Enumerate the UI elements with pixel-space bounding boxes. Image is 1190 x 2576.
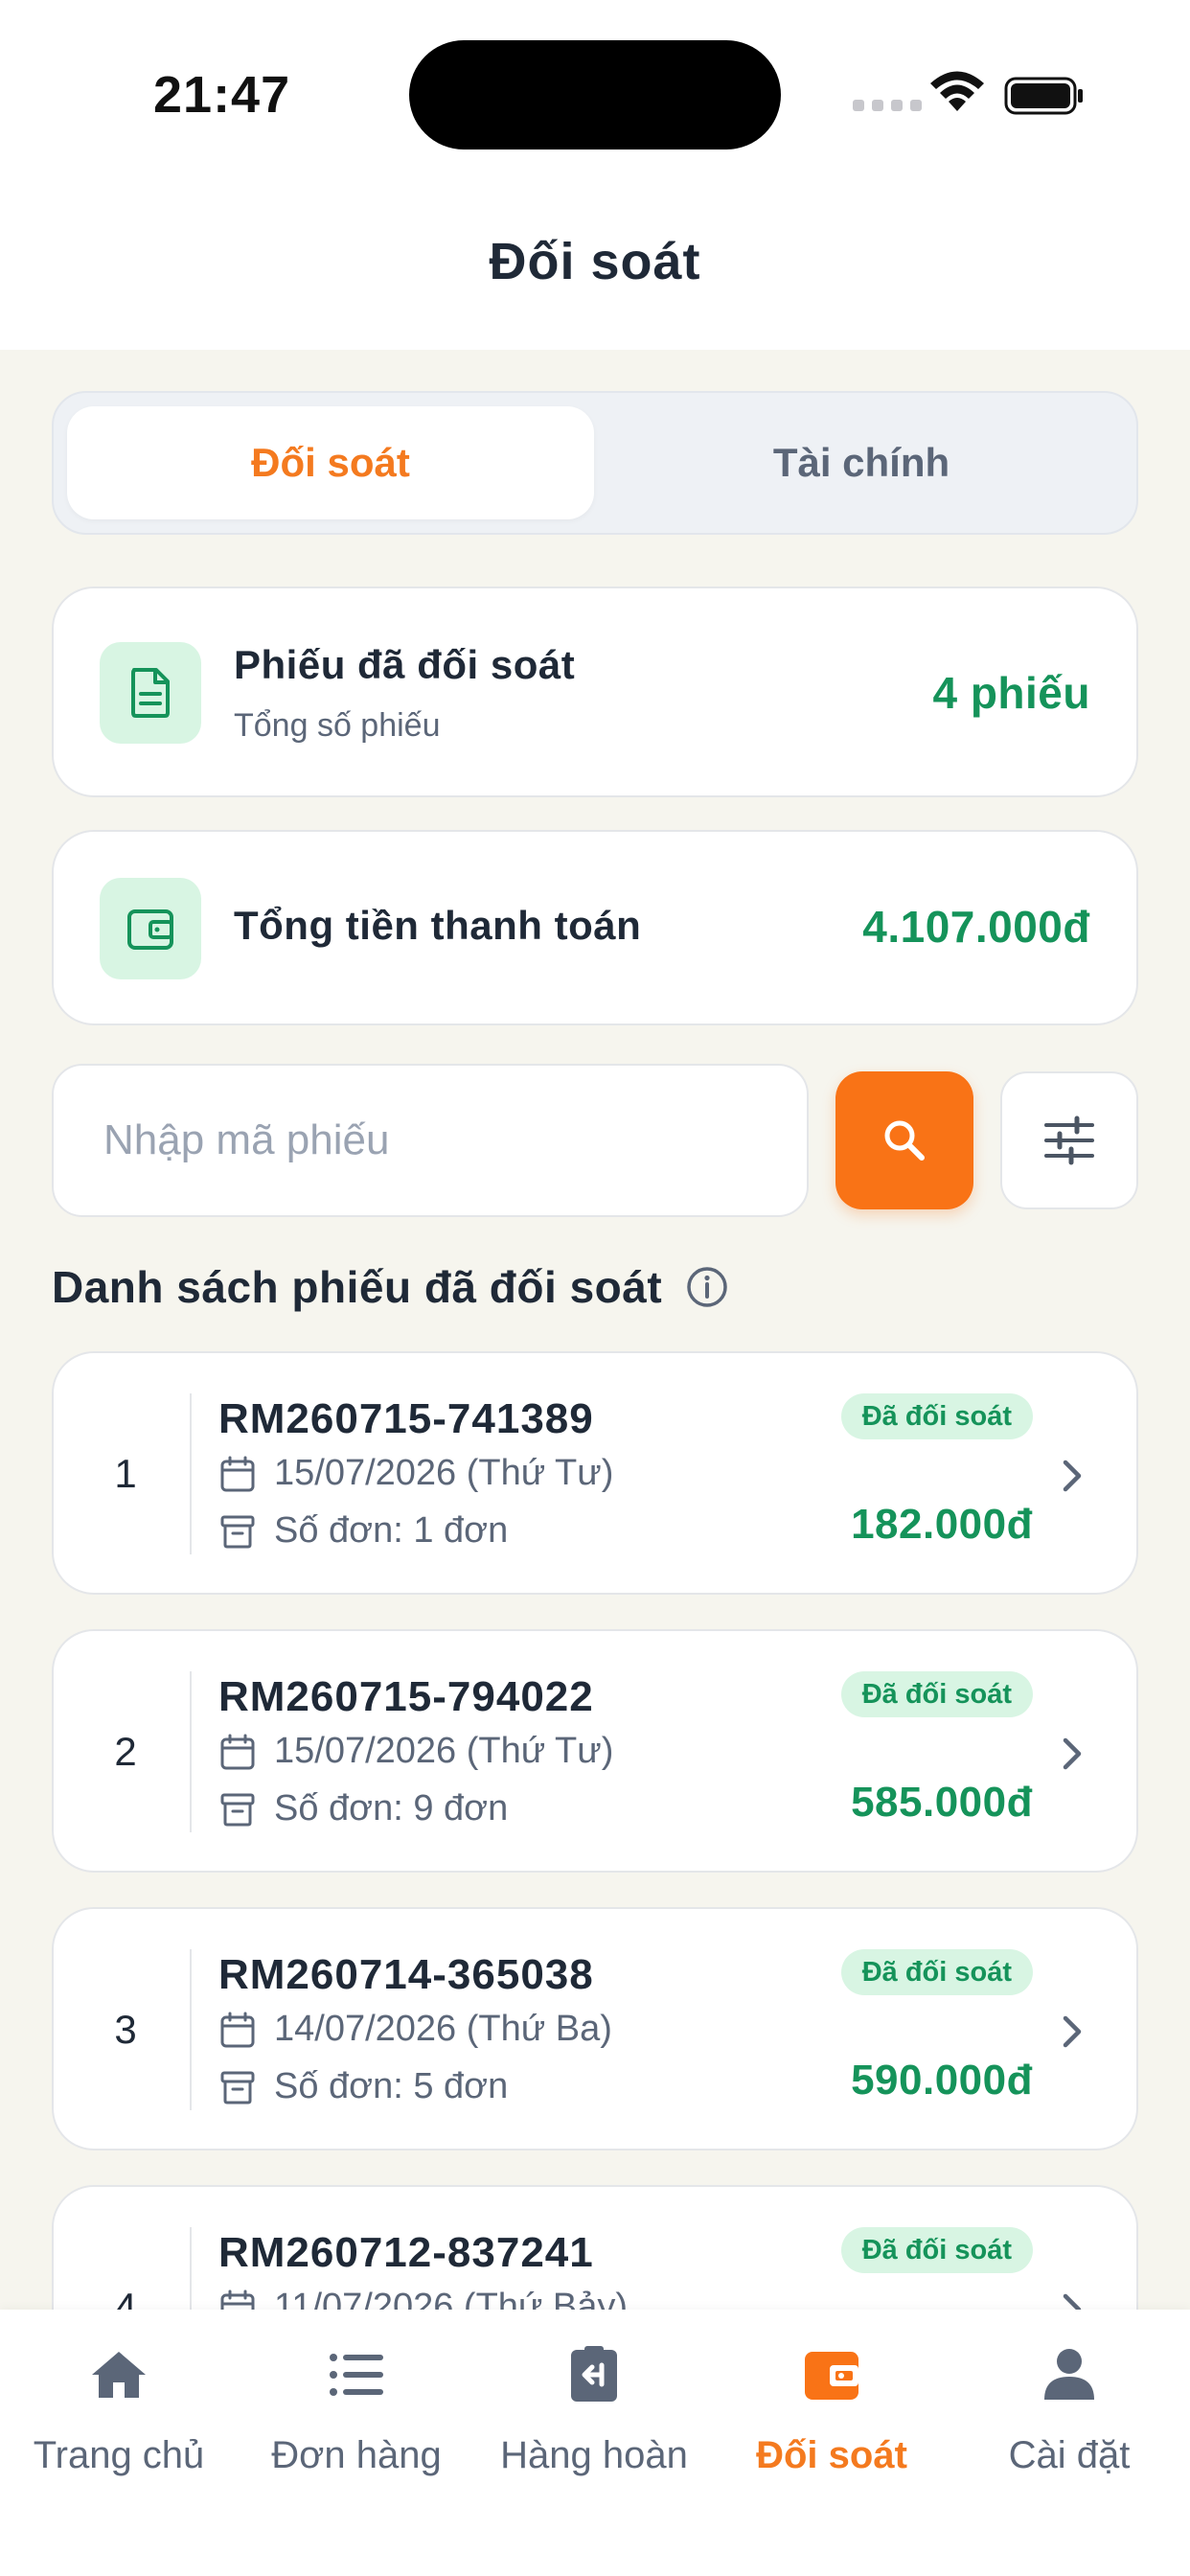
row-index: 3 [114,2007,137,2052]
archive-icon [220,1793,255,1826]
receipt-code: RM260715-794022 [218,1673,594,1720]
row-divider [190,1671,192,1832]
nav-item-reconciliation[interactable]: Đối soát [713,2344,950,2477]
summary-total-card: Tổng tiền thanh toán 4.107.000đ [52,830,1138,1025]
receipt-date: 15/07/2026 (Thứ Tư) [218,1731,613,1772]
summary-receipts-card: Phiếu đã đối soát Tổng số phiếu 4 phiếu [52,586,1138,797]
list-heading: Danh sách phiếu đã đối soát [52,1261,729,1313]
status-badge: Đã đối soát [840,1393,1033,1439]
reconciliation-screen: 21:47 Đối soát Đối soát Tài chính Phiếu … [0,0,1190,2576]
chevron-right-icon [1063,1737,1082,1770]
nav-item-home[interactable]: Trang chủ [0,2344,238,2477]
calendar-icon [220,2289,255,2310]
segmented-tabs: Đối soát Tài chính [52,391,1138,535]
search-button[interactable] [835,1071,973,1209]
list-item[interactable]: 4 RM260712-837241 11/07/2026 (Thứ Bảy) Đã đ… [52,2185,1138,2310]
receipt-date-text: 15/07/2026 (Thứ Tư) [274,1731,614,1771]
nav-label-returns: Hàng hoàn [500,2434,688,2476]
receipt-code: RM260714-365038 [218,1951,594,1998]
nav-label-home: Trang chủ [33,2434,205,2476]
top-bar: 21:47 Đối soát [0,0,1190,350]
row-divider [190,2227,192,2310]
row-index: 4 [114,2285,137,2310]
summary-total-title: Tổng tiền thanh toán [234,903,642,948]
row-index: 2 [114,1729,137,1774]
user-icon [1044,2349,1094,2400]
receipt-amount: 182.000đ [851,1501,1033,1548]
signal-icon [853,100,922,111]
receipt-orders: Số đơn: 5 đơn [218,2066,508,2107]
home-icon [92,2352,146,2398]
receipt-orders: Số đơn: 1 đơn [218,1510,508,1552]
list-heading-text: Danh sách phiếu đã đối soát [52,1262,663,1312]
page-title: Đối soát [489,233,701,290]
filter-button[interactable] [1000,1071,1138,1209]
battery-icon [1004,77,1083,115]
receipt-orders-text: Số đơn: 1 đơn [274,1510,509,1551]
archive-icon [220,2071,255,2104]
nav-item-orders[interactable]: Đơn hàng [238,2344,475,2477]
chevron-right-icon [1063,2015,1082,2048]
info-icon[interactable] [685,1265,729,1309]
summary-receipts-subtitle: Tổng số phiếu [234,707,441,744]
nav-label-settings: Cài đặt [1008,2434,1131,2476]
receipt-code: RM260712-837241 [218,2229,594,2276]
status-time: 21:47 [153,66,291,124]
list-item[interactable]: 3 RM260714-365038 14/07/2026 (Thứ Ba) Số đơ… [52,1907,1138,2150]
receipt-date: 15/07/2026 (Thứ Tư) [218,1453,613,1494]
row-index: 1 [114,1451,137,1496]
calendar-icon [220,2012,255,2047]
list-icon [330,2354,383,2396]
nav-item-settings[interactable]: Cài đặt [950,2344,1188,2477]
wallet-icon [100,878,201,979]
status-badge: Đã đối soát [840,1671,1033,1717]
list-item[interactable]: 2 RM260715-794022 15/07/2026 (Thứ Tư) Số đơ… [52,1629,1138,1873]
summary-total-value: 4.107.000đ [862,902,1090,952]
nav-label-reconciliation: Đối soát [756,2434,907,2476]
chevron-right-icon [1063,1460,1082,1492]
bottom-nav: Trang chủ Đơn hàng Hàng hoàn Đối soát Cà… [0,2310,1190,2576]
search-input[interactable] [52,1064,809,1217]
chevron-right-icon [1063,2293,1082,2310]
tab-reconciliation[interactable]: Đối soát [67,406,594,519]
archive-icon [220,1515,255,1548]
sliders-icon [1044,1116,1094,1165]
wifi-icon [930,71,984,111]
calendar-icon [220,1456,255,1491]
receipt-orders-text: Số đơn: 9 đơn [274,1788,509,1828]
receipt-orders-text: Số đơn: 5 đơn [274,2066,509,2106]
list-item[interactable]: 1 RM260715-741389 15/07/2026 (Thứ Tư) Số đơ… [52,1351,1138,1595]
summary-receipts-value: 4 phiếu [932,668,1090,718]
status-badge: Đã đối soát [840,1949,1033,1995]
receipt-date: 14/07/2026 (Thứ Ba) [218,2009,612,2050]
receipt-date-text: 15/07/2026 (Thứ Tư) [274,1453,614,1493]
row-divider [190,1393,192,1554]
receipt-amount: 585.000đ [851,1779,1033,1826]
receipt-date-text: 14/07/2026 (Thứ Ba) [274,2009,612,2049]
receipt-list: 1 RM260715-741389 15/07/2026 (Thứ Tư) Số đơ… [52,1351,1138,2310]
wallet-icon [805,2352,858,2400]
document-icon [100,642,201,744]
receipt-date-text: 11/07/2026 (Thứ Bảy) [274,2287,629,2310]
tab-finance[interactable]: Tài chính [598,406,1125,519]
summary-receipts-title: Phiếu đã đối soát [234,642,576,687]
nav-item-returns[interactable]: Hàng hoàn [475,2344,713,2477]
receipt-amount: 590.000đ [851,2057,1033,2104]
calendar-icon [220,1734,255,1769]
receipt-date: 11/07/2026 (Thứ Bảy) [218,2287,628,2310]
receipt-code: RM260715-741389 [218,1395,594,1442]
search-icon [884,1120,925,1161]
dynamic-island [409,40,781,150]
receipt-orders: Số đơn: 9 đơn [218,1788,508,1829]
row-divider [190,1949,192,2110]
return-icon [571,2346,617,2402]
status-badge: Đã đối soát [840,2227,1033,2273]
nav-label-orders: Đơn hàng [271,2434,442,2476]
